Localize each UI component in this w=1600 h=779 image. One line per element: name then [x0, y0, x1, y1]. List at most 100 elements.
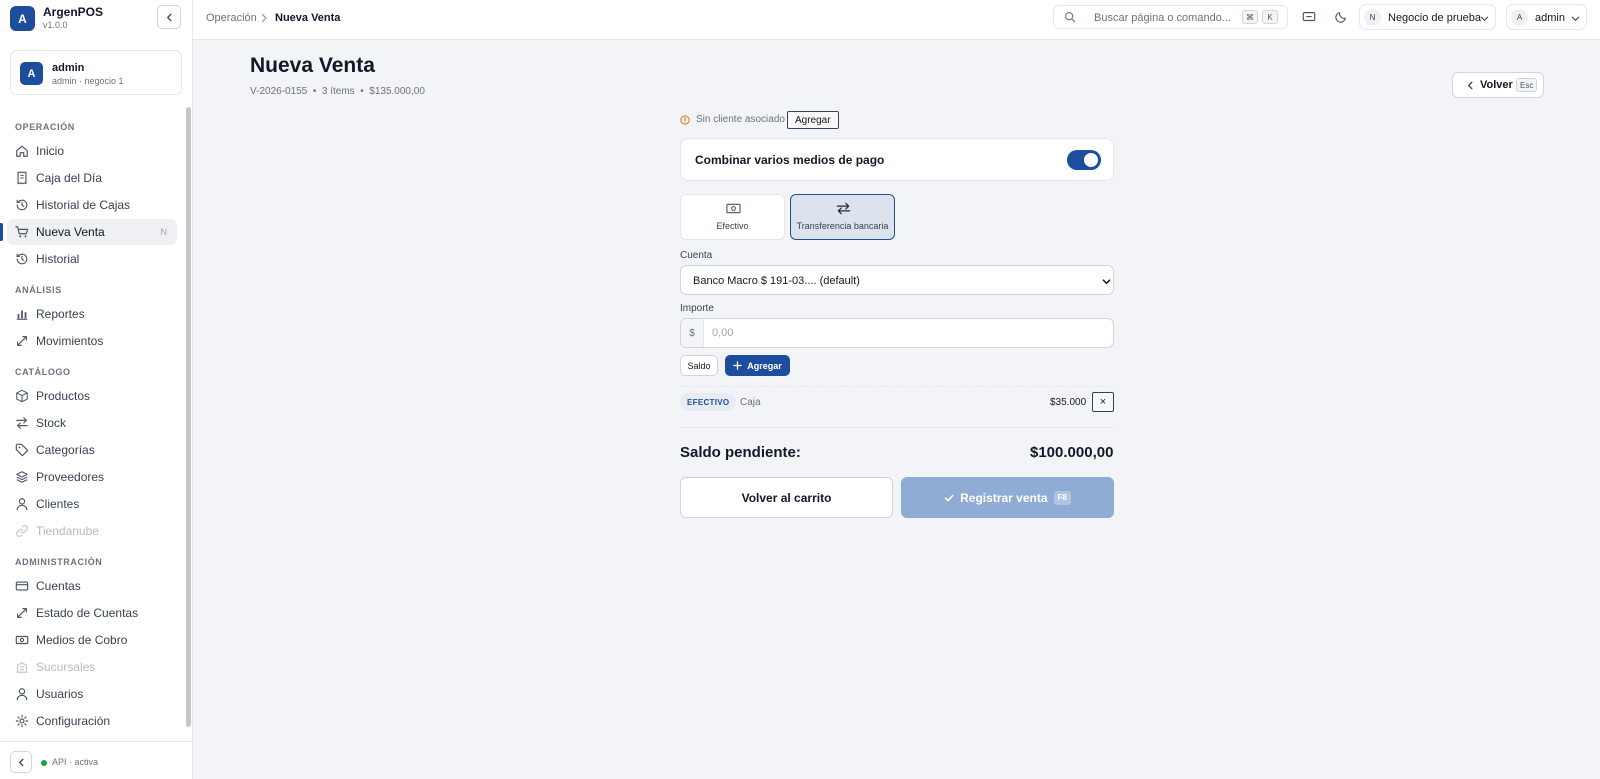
shortcut-key: Esc: [1516, 78, 1538, 92]
banknote-icon: [726, 203, 741, 214]
user-icon: [16, 688, 28, 701]
amount-field[interactable]: $ 0,00: [680, 318, 1114, 348]
fill-balance-button[interactable]: Saldo: [680, 355, 718, 376]
method-transferencia[interactable]: Transferencia bancaria: [790, 194, 895, 240]
sidebar-item-label: Movimientos: [36, 334, 104, 348]
business-selector[interactable]: N Negocio de prueba: [1359, 4, 1496, 30]
sale-meta: V-2026-0155 • 3 ítems • $135.000,00: [250, 86, 425, 97]
collapse-sidebar-button[interactable]: [10, 751, 32, 773]
method-efectivo[interactable]: Efectivo: [680, 194, 785, 240]
layers-icon: [16, 471, 28, 483]
sidebar-item-productos[interactable]: Productos: [7, 383, 177, 409]
topbar: Operación Nueva Venta Buscar página o co…: [193, 0, 1600, 40]
sidebar-item-historial[interactable]: Historial: [7, 246, 177, 272]
sidebar-item-label: Tiendanube: [36, 524, 99, 538]
sidebar-item-categorias[interactable]: Categorías: [7, 437, 177, 463]
cart-icon: [15, 226, 29, 238]
sidebar-item-usuarios[interactable]: Usuarios: [7, 681, 177, 707]
register-sale-button[interactable]: Registrar venta F8: [901, 477, 1114, 518]
breadcrumb-parent[interactable]: Operación: [206, 12, 257, 24]
sidebar-item-label: Productos: [36, 389, 91, 403]
shortcut-key: F8: [1053, 490, 1071, 505]
divider: [680, 427, 1114, 428]
credit-card-icon: [15, 581, 29, 591]
sidebar-item-proveedores[interactable]: Proveedores: [7, 464, 177, 490]
section-operacion: OPERACIÓN: [15, 122, 75, 132]
pending-balance-amount: $100.000,00: [1030, 444, 1114, 461]
check-icon: [944, 494, 954, 501]
sidebar-scrollbar[interactable]: [186, 107, 191, 727]
sidebar-item-label: Configuración: [36, 714, 111, 728]
api-status: API · activa: [52, 757, 99, 767]
add-payment-label: Agregar: [747, 360, 782, 371]
sidebar-item-movimientos[interactable]: Movimientos: [7, 328, 177, 354]
sidebar-collapse-button[interactable]: [157, 5, 181, 29]
payment-account: Caja: [740, 397, 761, 408]
sidebar-footer: API · activa: [0, 741, 193, 779]
back-to-cart-button[interactable]: Volver al carrito: [680, 477, 893, 518]
plus-icon: [733, 361, 743, 370]
history-icon: [16, 253, 28, 265]
user-name: admin: [52, 62, 85, 74]
sidebar-item-label: Proveedores: [36, 470, 105, 484]
sidebar-item-historial-cajas[interactable]: Historial de Cajas: [7, 192, 177, 218]
search-icon: [1064, 11, 1076, 23]
app-name: ArgenPOS: [43, 5, 104, 19]
user-icon: [16, 498, 28, 511]
sidebar-item-reportes[interactable]: Reportes: [7, 301, 177, 327]
sidebar-item-nueva-venta[interactable]: Nueva Venta N: [0, 219, 177, 245]
divider: [680, 386, 1114, 387]
sidebar-item-label: Sucursales: [36, 660, 96, 674]
remove-payment-button[interactable]: ×: [1092, 392, 1114, 412]
sidebar-item-stock[interactable]: Stock: [7, 410, 177, 436]
combine-payments-toggle[interactable]: [1067, 150, 1101, 170]
sidebar-item-tiendanube[interactable]: Tiendanube: [7, 518, 177, 544]
register-sale-label: Registrar venta: [960, 490, 1048, 505]
amount-field-label: Importe: [680, 303, 714, 314]
add-payment-button[interactable]: Agregar: [725, 355, 790, 376]
method-label: Transferencia bancaria: [796, 221, 889, 231]
section-administracion: ADMINISTRACIÓN: [15, 557, 103, 567]
sidebar-item-estado-cuentas[interactable]: Estado de Cuentas: [7, 600, 177, 626]
add-client-button[interactable]: Agregar: [787, 111, 839, 129]
sidebar-item-label: Cuentas: [36, 579, 81, 593]
banknote-icon: [15, 635, 29, 645]
chevron-down-icon: [1480, 16, 1489, 22]
sidebar-item-cuentas[interactable]: Cuentas: [7, 573, 177, 599]
history-icon: [16, 199, 28, 211]
amount-placeholder: 0,00: [712, 327, 734, 339]
sidebar-item-label: Categorías: [36, 443, 95, 457]
receipt-icon: [17, 171, 27, 185]
command-search[interactable]: Buscar página o comando... ⌘ K: [1053, 5, 1288, 29]
tag-icon: [15, 443, 29, 457]
building-icon: [16, 662, 28, 673]
bar-chart-icon: [16, 310, 28, 320]
avatar: A: [1511, 9, 1528, 26]
sidebar-item-configuracion[interactable]: Configuración: [7, 708, 177, 734]
sidebar-item-medios-cobro[interactable]: Medios de Cobro: [7, 627, 177, 653]
moon-icon[interactable]: [1334, 10, 1348, 24]
sidebar: A ArgenPOS v1.0.0 A admin admin · negoci…: [0, 0, 193, 779]
sidebar-item-sucursales[interactable]: Sucursales: [7, 654, 177, 680]
section-catalogo: CATÁLOGO: [15, 367, 71, 377]
shortcut-key: ⌘: [1242, 10, 1258, 24]
back-button[interactable]: Volver Esc: [1452, 72, 1544, 98]
sidebar-nav: OPERACIÓN Inicio Caja del Día Historial …: [0, 105, 193, 740]
sidebar-item-label: Usuarios: [36, 687, 84, 701]
chevron-down-icon: [1102, 279, 1111, 285]
chevron-left-icon: [1467, 81, 1473, 90]
account-select-value: Banco Macro $ 191-03.... (default): [693, 275, 860, 287]
user-card[interactable]: A admin admin · negocio 1: [10, 50, 182, 95]
account-menu[interactable]: A admin: [1506, 4, 1587, 30]
sidebar-item-label: Medios de Cobro: [36, 633, 128, 647]
sidebar-item-clientes[interactable]: Clientes: [7, 491, 177, 517]
client-row: Sin cliente asociado Agregar: [680, 110, 980, 130]
arrows-diagonal-icon: [17, 336, 27, 346]
page-title: Nueva Venta: [250, 54, 375, 77]
sidebar-item-inicio[interactable]: Inicio: [7, 138, 177, 164]
app-version: v1.0.0: [43, 20, 68, 30]
sidebar-item-caja[interactable]: Caja del Día: [7, 165, 177, 191]
account-select[interactable]: Banco Macro $ 191-03.... (default): [680, 265, 1114, 295]
monitor-icon[interactable]: [1302, 10, 1316, 24]
section-analisis: ANÁLISIS: [15, 285, 62, 295]
